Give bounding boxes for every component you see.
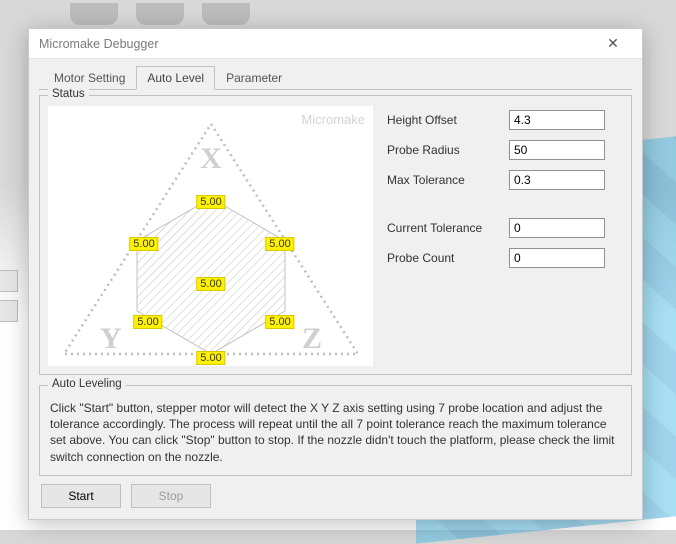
probe-x: 5.00 <box>196 195 225 209</box>
svg-text:Y: Y <box>100 322 122 355</box>
close-icon: ✕ <box>607 35 619 52</box>
close-button[interactable]: ✕ <box>592 32 634 56</box>
delta-diagram: Micromake X Y Z <box>48 106 373 366</box>
probe-count-label: Probe Count <box>387 251 495 265</box>
tab-auto-level[interactable]: Auto Level <box>136 66 215 90</box>
button-row: Start Stop <box>39 476 632 510</box>
field-list: Height Offset Probe Radius Max Tolerance… <box>387 106 623 366</box>
probe-center: 5.00 <box>196 277 225 291</box>
status-group: Status Micromake <box>39 95 632 375</box>
svg-text:Z: Z <box>302 322 322 355</box>
probe-right: 5.00 <box>265 237 294 251</box>
max-tolerance-label: Max Tolerance <box>387 173 495 187</box>
auto-leveling-group: Auto Leveling Click "Start" button, step… <box>39 385 632 476</box>
probe-left: 5.00 <box>129 237 158 251</box>
height-offset-input[interactable] <box>509 110 605 130</box>
probe-radius-label: Probe Radius <box>387 143 495 157</box>
height-offset-label: Height Offset <box>387 113 495 127</box>
probe-count-input[interactable] <box>509 248 605 268</box>
status-legend: Status <box>48 88 89 100</box>
tab-motor-setting[interactable]: Motor Setting <box>43 66 136 90</box>
max-tolerance-input[interactable] <box>509 170 605 190</box>
probe-z: 5.00 <box>265 315 294 329</box>
stop-button[interactable]: Stop <box>131 484 211 508</box>
start-button[interactable]: Start <box>41 484 121 508</box>
probe-radius-input[interactable] <box>509 140 605 160</box>
probe-bottom: 5.00 <box>196 351 225 365</box>
auto-leveling-text: Click "Start" button, stepper motor will… <box>48 396 623 467</box>
probe-y: 5.00 <box>133 315 162 329</box>
current-tolerance-label: Current Tolerance <box>387 221 495 235</box>
debugger-window: Micromake Debugger ✕ Motor Setting Auto … <box>28 28 643 520</box>
tab-strip: Motor Setting Auto Level Parameter <box>39 65 632 90</box>
auto-leveling-legend: Auto Leveling <box>48 378 126 390</box>
titlebar: Micromake Debugger ✕ <box>29 29 642 59</box>
tab-parameter[interactable]: Parameter <box>215 66 293 90</box>
window-title: Micromake Debugger <box>39 37 159 51</box>
current-tolerance-input[interactable] <box>509 218 605 238</box>
svg-text:X: X <box>200 142 222 175</box>
